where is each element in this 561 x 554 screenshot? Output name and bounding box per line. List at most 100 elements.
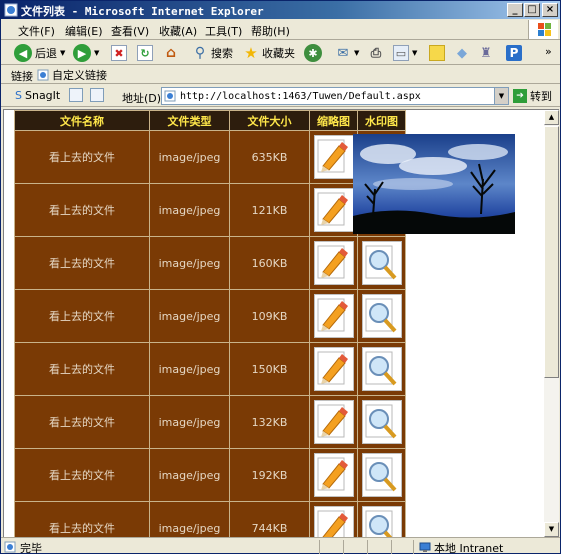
ie-page-icon <box>4 3 18 17</box>
file-name-link[interactable]: 看上去的文件 <box>14 183 150 237</box>
forward-button[interactable]: ▶ ▼ <box>73 43 99 63</box>
thumbnail-pencil-icon[interactable] <box>313 400 354 444</box>
watermark-magnifier-icon[interactable] <box>361 453 402 497</box>
scroll-up-arrow-icon[interactable]: ▲ <box>544 110 559 125</box>
scroll-thumb[interactable] <box>544 126 559 378</box>
menu-edit[interactable]: 编辑(E) <box>65 23 103 39</box>
favorites-button[interactable]: ★ 收藏夹 <box>243 43 295 63</box>
links-bar: 链接 自定义链接 <box>1 66 560 84</box>
toolbar-overflow-icon[interactable]: » <box>545 41 552 61</box>
folder-icon <box>429 45 445 61</box>
forward-dropdown-icon[interactable]: ▼ <box>94 49 99 57</box>
watermark-cell <box>357 501 406 537</box>
thumbnail-cell <box>309 501 358 537</box>
thumbnail-pencil-icon[interactable] <box>313 453 354 497</box>
page-icon <box>164 90 176 102</box>
status-divider <box>367 540 368 554</box>
custom-link[interactable]: 自定义链接 <box>37 67 107 83</box>
file-type: image/jpeg <box>149 130 230 184</box>
watermark-cell <box>357 289 406 343</box>
thumbnail-pencil-icon[interactable] <box>313 188 354 232</box>
menu-tools[interactable]: 工具(T) <box>205 23 242 39</box>
file-name-link[interactable]: 看上去的文件 <box>14 501 150 537</box>
print-button[interactable]: ⎙ <box>368 43 384 63</box>
forward-arrow-icon: ▶ <box>73 44 91 62</box>
search-button[interactable]: ⚲ 搜索 <box>192 43 233 63</box>
thumbnail-cell <box>309 183 358 237</box>
media-button[interactable]: ✱ <box>304 43 322 63</box>
mail-button[interactable]: ✉ ▼ <box>335 43 360 63</box>
address-dropdown-icon[interactable]: ▼ <box>494 88 508 104</box>
mail-dropdown-icon[interactable]: ▼ <box>354 49 359 57</box>
thumbnail-pencil-icon[interactable] <box>313 294 354 338</box>
back-label: 后退 <box>35 47 57 60</box>
watermark-magnifier-icon[interactable] <box>361 347 402 391</box>
address-bar: S SnagIt 地址(D) http://localhost:1463/Tuw… <box>1 85 560 107</box>
scroll-down-arrow-icon[interactable]: ▼ <box>544 522 559 537</box>
window-title: 文件列表 - Microsoft Internet Explorer <box>21 5 264 18</box>
file-type: image/jpeg <box>149 236 230 290</box>
refresh-button[interactable]: ↻ <box>137 43 153 63</box>
snagit-button[interactable]: S SnagIt <box>15 89 60 102</box>
menu-view[interactable]: 查看(V) <box>111 23 149 39</box>
watermark-magnifier-icon[interactable] <box>361 241 402 285</box>
snagit-icon: S <box>15 89 22 102</box>
file-name-link[interactable]: 看上去的文件 <box>14 342 150 396</box>
p-icon: P <box>506 45 522 61</box>
column-header-name: 文件名称 <box>14 110 150 131</box>
thumbnail-pencil-icon[interactable] <box>313 347 354 391</box>
discuss-button[interactable] <box>429 43 445 63</box>
menu-favorites[interactable]: 收藏(A) <box>159 23 197 39</box>
thumbnail-pencil-icon[interactable] <box>313 506 354 537</box>
messenger-button[interactable]: ♜ <box>478 43 494 63</box>
watermark-magnifier-icon[interactable] <box>361 506 402 537</box>
back-dropdown-icon[interactable]: ▼ <box>60 49 65 57</box>
search-label: 搜索 <box>211 47 233 60</box>
thumbnail-pencil-icon[interactable] <box>313 241 354 285</box>
file-type: image/jpeg <box>149 501 230 537</box>
file-name-link[interactable]: 看上去的文件 <box>14 448 150 502</box>
research-button[interactable]: ◆ <box>454 43 470 63</box>
menu-bar: 文件(F) 编辑(E) 查看(V) 收藏(A) 工具(T) 帮助(H) <box>1 19 560 40</box>
table-row: 看上去的文件 image/jpeg 121KB <box>14 183 406 237</box>
column-header-type: 文件类型 <box>149 110 230 131</box>
file-size: 109KB <box>229 289 310 343</box>
file-name-link[interactable]: 看上去的文件 <box>14 130 150 184</box>
minimize-button[interactable]: _ <box>507 3 523 17</box>
thumbnail-cell <box>309 289 358 343</box>
extra-tool-button[interactable]: P <box>506 43 522 63</box>
file-name-link[interactable]: 看上去的文件 <box>14 289 150 343</box>
thumbnail-pencil-icon[interactable] <box>313 135 354 179</box>
table-row: 看上去的文件 image/jpeg 160KB <box>14 236 406 290</box>
title-bar: 文件列表 - Microsoft Internet Explorer _ □ × <box>1 1 560 19</box>
menu-file[interactable]: 文件(F) <box>18 23 55 39</box>
home-button[interactable]: ⌂ <box>163 43 179 63</box>
custom-link-label: 自定义链接 <box>52 69 107 82</box>
watermark-magnifier-icon[interactable] <box>361 294 402 338</box>
go-button[interactable]: ➔ 转到 <box>513 88 552 104</box>
refresh-icon: ↻ <box>137 45 153 61</box>
table-row: 看上去的文件 image/jpeg 744KB <box>14 501 406 537</box>
back-button[interactable]: ◀ 后退 ▼ <box>14 43 65 63</box>
file-name-link[interactable]: 看上去的文件 <box>14 236 150 290</box>
menu-help[interactable]: 帮助(H) <box>251 23 290 39</box>
watermark-magnifier-icon[interactable] <box>361 400 402 444</box>
home-icon: ⌂ <box>165 45 177 61</box>
file-name-link[interactable]: 看上去的文件 <box>14 395 150 449</box>
edit-dropdown-icon[interactable]: ▼ <box>412 49 417 57</box>
close-button[interactable]: × <box>542 3 558 17</box>
thumbnail-cell <box>309 395 358 449</box>
watermark-cell <box>357 236 406 290</box>
file-size: 132KB <box>229 395 310 449</box>
snagit-capture-icon[interactable] <box>69 88 83 102</box>
edit-button[interactable]: ▭ ▼ <box>393 43 417 63</box>
maximize-button[interactable]: □ <box>524 3 540 17</box>
stop-button[interactable]: ✖ <box>111 43 127 63</box>
file-size: 160KB <box>229 236 310 290</box>
snagit-settings-icon[interactable] <box>90 88 104 102</box>
vertical-scrollbar[interactable]: ▲ ▼ <box>544 109 559 537</box>
address-label: 地址(D) <box>122 92 162 105</box>
stop-icon: ✖ <box>111 45 127 61</box>
address-input[interactable]: http://localhost:1463/Tuwen/Default.aspx… <box>161 87 509 105</box>
status-divider <box>413 540 414 554</box>
